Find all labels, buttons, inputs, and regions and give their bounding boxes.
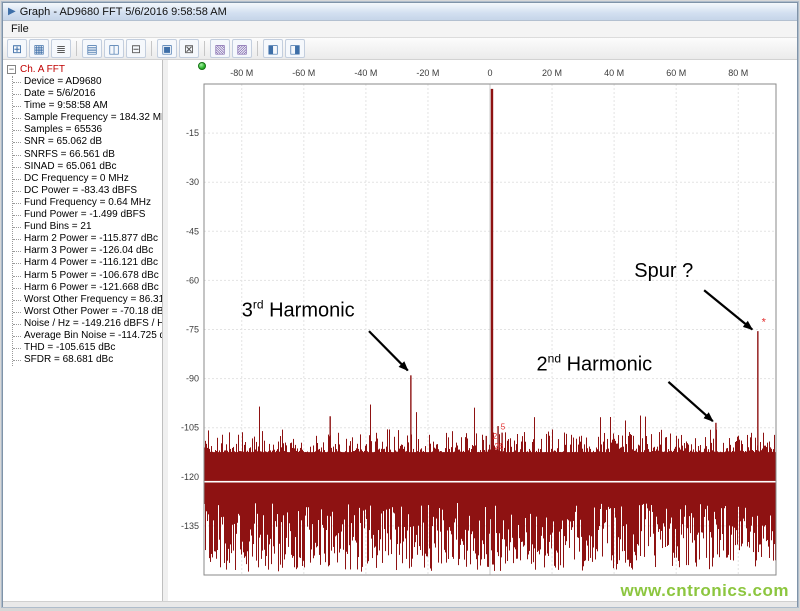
title-bar[interactable]: ▶ Graph - AD9680 FFT 5/6/2016 9:58:58 AM — [3, 3, 797, 21]
tree-item[interactable]: SINAD = 65.061 dBc — [13, 161, 162, 173]
toolbar-separator — [204, 41, 205, 56]
watermark: www.cntronics.com — [620, 581, 789, 600]
svg-text:-30: -30 — [186, 177, 199, 187]
clear-button[interactable]: ⊠ — [179, 39, 199, 58]
svg-text:-135: -135 — [181, 521, 199, 531]
select-region-button[interactable]: ▣ — [157, 39, 177, 58]
svg-text:26: 26 — [495, 442, 504, 451]
tree-item[interactable]: DC Frequency = 0 MHz — [13, 173, 162, 185]
dock-left-button[interactable]: ◧ — [263, 39, 283, 58]
svg-text:2: 2 — [493, 432, 498, 441]
properties-button[interactable]: ≣ — [51, 39, 71, 58]
export-graph-icon: ⊞ — [11, 41, 23, 56]
dock-right-icon: ◨ — [289, 41, 301, 56]
status-led-icon — [198, 62, 206, 70]
toolbar-separator — [76, 41, 77, 56]
svg-text:20 M: 20 M — [542, 68, 562, 78]
tree-item[interactable]: Fund Power = -1.499 dBFS — [13, 209, 162, 221]
properties-icon: ≣ — [55, 41, 67, 56]
collapse-icon[interactable]: − — [7, 65, 16, 74]
fft-view-icon: ▧ — [214, 41, 226, 56]
toolbar-separator — [257, 41, 258, 56]
print-button[interactable]: ⊟ — [126, 39, 146, 58]
window-title: Graph - AD9680 FFT 5/6/2016 9:58:58 AM — [19, 5, 227, 18]
tree-item[interactable]: Harm 2 Power = -115.877 dBc — [13, 233, 162, 245]
tree-item[interactable]: Harm 5 Power = -106.678 dBc — [13, 270, 162, 282]
svg-text:40 M: 40 M — [604, 68, 624, 78]
toolbar-separator — [151, 41, 152, 56]
fft-chart: -15 -30 -45 -60 -75 -90 -105 -120 -135 -80 M -60 M… — [181, 68, 777, 576]
fft-view-button[interactable]: ▧ — [210, 39, 230, 58]
tree-root[interactable]: − Ch. A FFT — [7, 63, 162, 76]
time-view-icon: ▨ — [236, 41, 248, 56]
app-window: ▶ Graph - AD9680 FFT 5/6/2016 9:58:58 AM… — [1, 1, 799, 608]
tree-item[interactable]: Samples = 65536 — [13, 124, 162, 136]
tree-item[interactable]: Average Bin Noise = -114.725 dBFS — [13, 330, 162, 342]
tree-item[interactable]: SFDR = 68.681 dBc — [13, 354, 162, 366]
tree-items: Device = AD9680 Date = 5/6/2016 Time = 9:5… — [12, 76, 162, 367]
svg-text:*: * — [762, 317, 767, 329]
tree-item[interactable]: Date = 5/6/2016 — [13, 88, 162, 100]
toolbar: ⊞ ▦ ≣ ▤ ◫ ⊟ ▣ ⊠ ▧ ▨ ◧ ◨ — [3, 38, 797, 60]
tree-item[interactable]: SNRFS = 66.561 dB — [13, 149, 162, 161]
tree-item[interactable]: Fund Frequency = 0.64 MHz — [13, 197, 162, 209]
time-view-button[interactable]: ▨ — [232, 39, 252, 58]
tree-item[interactable]: Noise / Hz = -149.216 dBFS / Hz — [13, 318, 162, 330]
svg-text:80 M: 80 M — [728, 68, 748, 78]
svg-text:-90: -90 — [186, 374, 199, 384]
svg-text:-60: -60 — [186, 275, 199, 285]
menu-file[interactable]: File — [3, 22, 37, 36]
tree-item[interactable]: Harm 4 Power = -116.121 dBc — [13, 257, 162, 269]
svg-text:-45: -45 — [186, 226, 199, 236]
tree-item[interactable]: DC Power = -83.43 dBFS — [13, 185, 162, 197]
svg-text:-75: -75 — [186, 325, 199, 335]
main-area: − Ch. A FFT Device = AD9680 Date = 5/6/20… — [3, 60, 797, 601]
svg-text:-20 M: -20 M — [416, 68, 439, 78]
tree-item[interactable]: Worst Other Power = -70.18 dBFS — [13, 306, 162, 318]
menu-bar: File — [3, 21, 797, 38]
svg-text:-60 M: -60 M — [292, 68, 315, 78]
dock-left-icon: ◧ — [267, 41, 279, 56]
print-icon: ⊟ — [130, 41, 142, 56]
svg-text:-40 M: -40 M — [354, 68, 377, 78]
data-grid-button[interactable]: ▦ — [29, 39, 49, 58]
tree-item[interactable]: Worst Other Frequency = 86.31 MHz — [13, 294, 162, 306]
save-icon: ◫ — [108, 41, 120, 56]
tree-item[interactable]: Harm 6 Power = -121.668 dBc — [13, 282, 162, 294]
save-button[interactable]: ◫ — [104, 39, 124, 58]
svg-text:0: 0 — [487, 68, 492, 78]
bottom-strip — [3, 601, 797, 608]
svg-text:60 M: 60 M — [666, 68, 686, 78]
results-tree-panel: − Ch. A FFT Device = AD9680 Date = 5/6/20… — [3, 60, 163, 601]
export-graph-button[interactable]: ⊞ — [7, 39, 27, 58]
form-view-icon: ▤ — [86, 41, 98, 56]
svg-text:5: 5 — [501, 422, 506, 431]
tree-item[interactable]: Device = AD9680 — [13, 76, 162, 88]
plot-panel: -15 -30 -45 -60 -75 -90 -105 -120 -135 -80 M -60 M… — [168, 60, 797, 601]
tree-item[interactable]: Fund Bins = 21 — [13, 221, 162, 233]
svg-text:Spur ?: Spur ? — [634, 260, 693, 282]
svg-text:-120: -120 — [181, 472, 199, 482]
tree-item[interactable]: Time = 9:58:58 AM — [13, 100, 162, 112]
app-icon: ▶ — [8, 5, 16, 17]
data-grid-icon: ▦ — [33, 41, 45, 56]
tree-root-label: Ch. A FFT — [20, 64, 66, 75]
svg-text:-80 M: -80 M — [230, 68, 253, 78]
tree-item[interactable]: Harm 3 Power = -126.04 dBc — [13, 245, 162, 257]
svg-text:-15: -15 — [186, 128, 199, 138]
form-view-button[interactable]: ▤ — [82, 39, 102, 58]
tree-item[interactable]: SNR = 65.062 dB — [13, 136, 162, 148]
tree-item[interactable]: Sample Frequency = 184.32 MHz — [13, 112, 162, 124]
dock-right-button[interactable]: ◨ — [285, 39, 305, 58]
select-region-icon: ▣ — [161, 41, 173, 56]
svg-text:-105: -105 — [181, 423, 199, 433]
clear-icon: ⊠ — [183, 41, 195, 56]
tree-item[interactable]: THD = -105.615 dBc — [13, 342, 162, 354]
